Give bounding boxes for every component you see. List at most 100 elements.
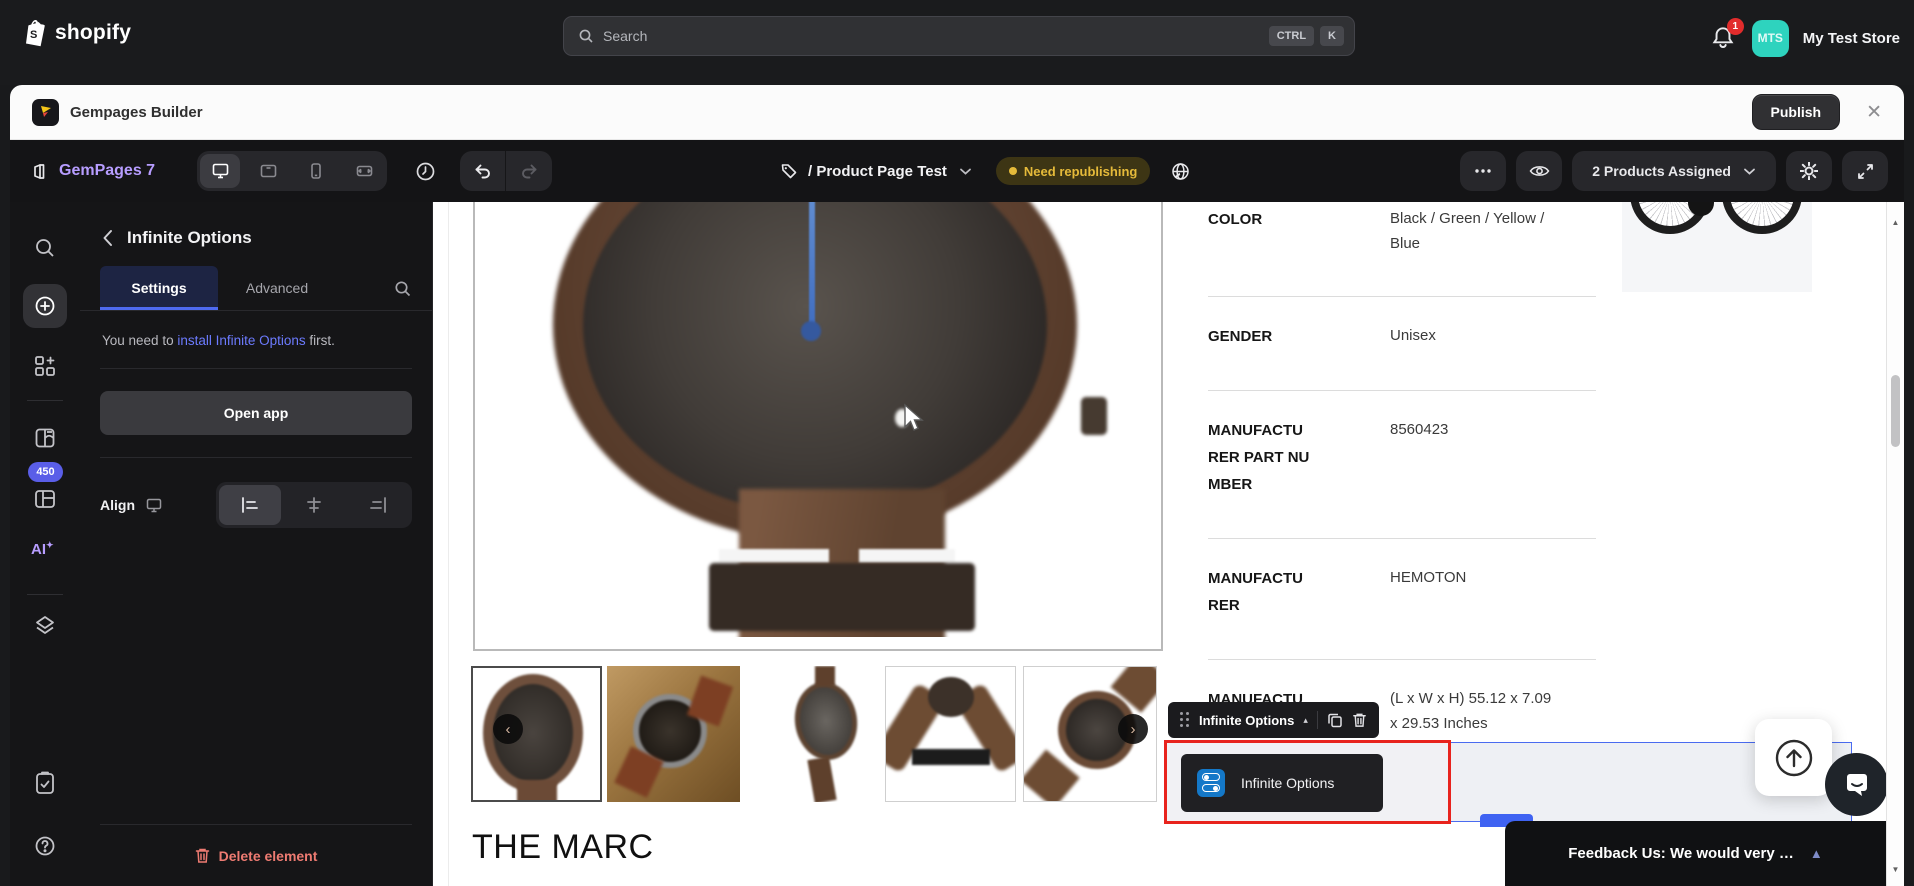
rail-sections-icon[interactable] (33, 354, 57, 383)
page-canvas[interactable]: ‹ › THE MARC COLOR Black / Green / Yello… (433, 202, 1886, 886)
device-tablet-button[interactable] (248, 154, 288, 188)
spec-label: GENDER (1208, 323, 1310, 350)
settings-gear-button[interactable] (1786, 151, 1832, 191)
spec-value: Unisex (1390, 323, 1552, 350)
spec-value: HEMOTON (1390, 565, 1552, 619)
spec-row: GENDER Unisex (1208, 297, 1596, 391)
collapse-chevron-icon[interactable]: ▴ (1303, 715, 1308, 726)
gempages-brand[interactable]: GemPages 7 (59, 162, 155, 180)
infinite-options-element[interactable]: Infinite Options (1181, 754, 1383, 812)
device-switcher (197, 151, 387, 191)
feedback-banner[interactable]: Feedback Us: We would very … ▲ (1505, 821, 1886, 886)
search-input[interactable]: Search CTRL K (563, 16, 1355, 56)
svg-text:S: S (30, 29, 37, 41)
fullscreen-button[interactable] (1842, 151, 1888, 191)
scrollbar-thumb[interactable] (1891, 375, 1900, 447)
rail-add-element-button[interactable] (23, 284, 67, 328)
device-mobile-button[interactable] (296, 154, 336, 188)
shortcut-ctrl-key: CTRL (1269, 26, 1314, 46)
thumbnail-2[interactable] (607, 666, 740, 802)
exit-editor-icon[interactable] (28, 162, 47, 181)
close-builder-icon[interactable]: ✕ (1866, 101, 1882, 124)
product-main-image[interactable] (473, 202, 1163, 651)
builder-header: Gempages Builder Publish ✕ (10, 85, 1904, 140)
rail-templates-icon[interactable] (33, 488, 57, 515)
panel-title: Infinite Options (127, 228, 252, 248)
spec-row: MANUFACTURER PART NUMBER 8560423 (1208, 391, 1596, 539)
install-notice: You need to install Infinite Options fir… (80, 311, 432, 368)
shopify-top-bar: S shopify Search CTRL K 1 MTS My Test St… (0, 0, 1914, 85)
store-name[interactable]: My Test Store (1803, 30, 1900, 47)
globe-translate-icon[interactable] (1170, 161, 1191, 182)
canvas-scrollbar[interactable]: ▲ ▼ (1886, 202, 1904, 886)
notifications-button[interactable]: 1 (1710, 24, 1738, 52)
product-specs-table[interactable]: COLOR Black / Green / Yellow / Blue GEND… (1208, 202, 1596, 780)
gempages-app-icon (32, 99, 59, 126)
shopify-wordmark: shopify (55, 21, 131, 45)
chat-icon (1842, 770, 1872, 800)
delete-element-button[interactable]: Delete element (100, 824, 412, 886)
thumbnail-4[interactable] (885, 666, 1016, 802)
gallery-prev-button[interactable]: ‹ (493, 714, 523, 744)
rail-checklist-icon[interactable] (33, 770, 57, 801)
scrollbar-up-arrow[interactable]: ▲ (1887, 218, 1904, 227)
page-chevron-down-icon[interactable] (959, 167, 972, 176)
rail-theme-icon[interactable] (33, 426, 57, 455)
product-title[interactable]: THE MARC (472, 828, 654, 867)
thumbnail-1[interactable] (471, 666, 602, 802)
panel-back-icon[interactable] (102, 229, 113, 247)
related-product-image[interactable] (1622, 202, 1812, 292)
drag-handle-icon[interactable] (1180, 712, 1190, 728)
arrow-up-circle-icon (1773, 737, 1815, 779)
gallery-next-button[interactable]: › (1118, 714, 1148, 744)
rail-layers-icon[interactable] (33, 614, 57, 643)
live-chat-button[interactable] (1825, 753, 1886, 816)
spec-label: MANUFACTURER PART NUMBER (1208, 417, 1310, 498)
search-placeholder: Search (603, 28, 1263, 44)
shortcut-k-key: K (1320, 26, 1344, 46)
redo-button[interactable] (506, 151, 552, 191)
device-desktop-button[interactable] (200, 154, 240, 188)
install-infinite-options-link[interactable]: install Infinite Options (177, 333, 305, 348)
align-right-button[interactable] (347, 485, 409, 525)
builder-toolbar: GemPages 7 (10, 140, 1904, 202)
align-left-button[interactable] (219, 485, 281, 525)
element-floating-toolbar: Infinite Options ▴ (1168, 702, 1379, 738)
tab-settings[interactable]: Settings (100, 266, 218, 310)
align-device-monitor-icon[interactable] (145, 497, 163, 514)
notice-suffix: first. (306, 333, 335, 348)
scroll-to-top-button[interactable] (1755, 719, 1832, 796)
device-responsive-button[interactable] (344, 154, 384, 188)
element-toolbar-label[interactable]: Infinite Options (1199, 713, 1294, 728)
undo-button[interactable] (460, 151, 506, 191)
gempages-builder-modal: Gempages Builder Publish ✕ GemPages 7 (10, 85, 1904, 886)
tab-advanced[interactable]: Advanced (218, 266, 336, 310)
need-republishing-badge: Need republishing (996, 157, 1150, 185)
canvas-margin-line (448, 202, 449, 886)
delete-element-icon[interactable] (1352, 712, 1367, 728)
history-clock-icon[interactable] (415, 161, 436, 182)
shopify-logo[interactable]: S shopify (22, 18, 131, 48)
infinite-options-element-highlight[interactable]: Infinite Options (1164, 740, 1451, 824)
align-center-button[interactable] (283, 485, 345, 525)
scrollbar-down-arrow[interactable]: ▼ (1887, 865, 1904, 874)
shopify-bag-icon: S (22, 18, 48, 48)
publish-button[interactable]: Publish (1752, 94, 1841, 130)
duplicate-element-icon[interactable] (1327, 712, 1343, 728)
rail-help-icon[interactable] (33, 834, 57, 863)
thumbnail-3[interactable] (777, 666, 877, 802)
feedback-expand-icon[interactable]: ▲ (1810, 846, 1823, 861)
products-assigned-dropdown[interactable]: 2 Products Assigned (1572, 151, 1776, 191)
panel-search-icon[interactable] (393, 279, 412, 298)
rail-search-icon[interactable] (33, 236, 57, 265)
more-options-button[interactable] (1460, 151, 1506, 191)
page-name[interactable]: / Product Page Test (808, 163, 947, 180)
open-app-button[interactable]: Open app (100, 391, 412, 435)
rail-ai-button[interactable]: AI✦ (31, 540, 54, 558)
store-avatar[interactable]: MTS (1752, 20, 1789, 57)
ai-label: AI (31, 541, 46, 558)
rail-counter-badge: 450 (28, 462, 63, 482)
toolbar-separator (1317, 711, 1318, 729)
preview-eye-button[interactable] (1516, 151, 1562, 191)
watch-photo (487, 202, 1149, 637)
